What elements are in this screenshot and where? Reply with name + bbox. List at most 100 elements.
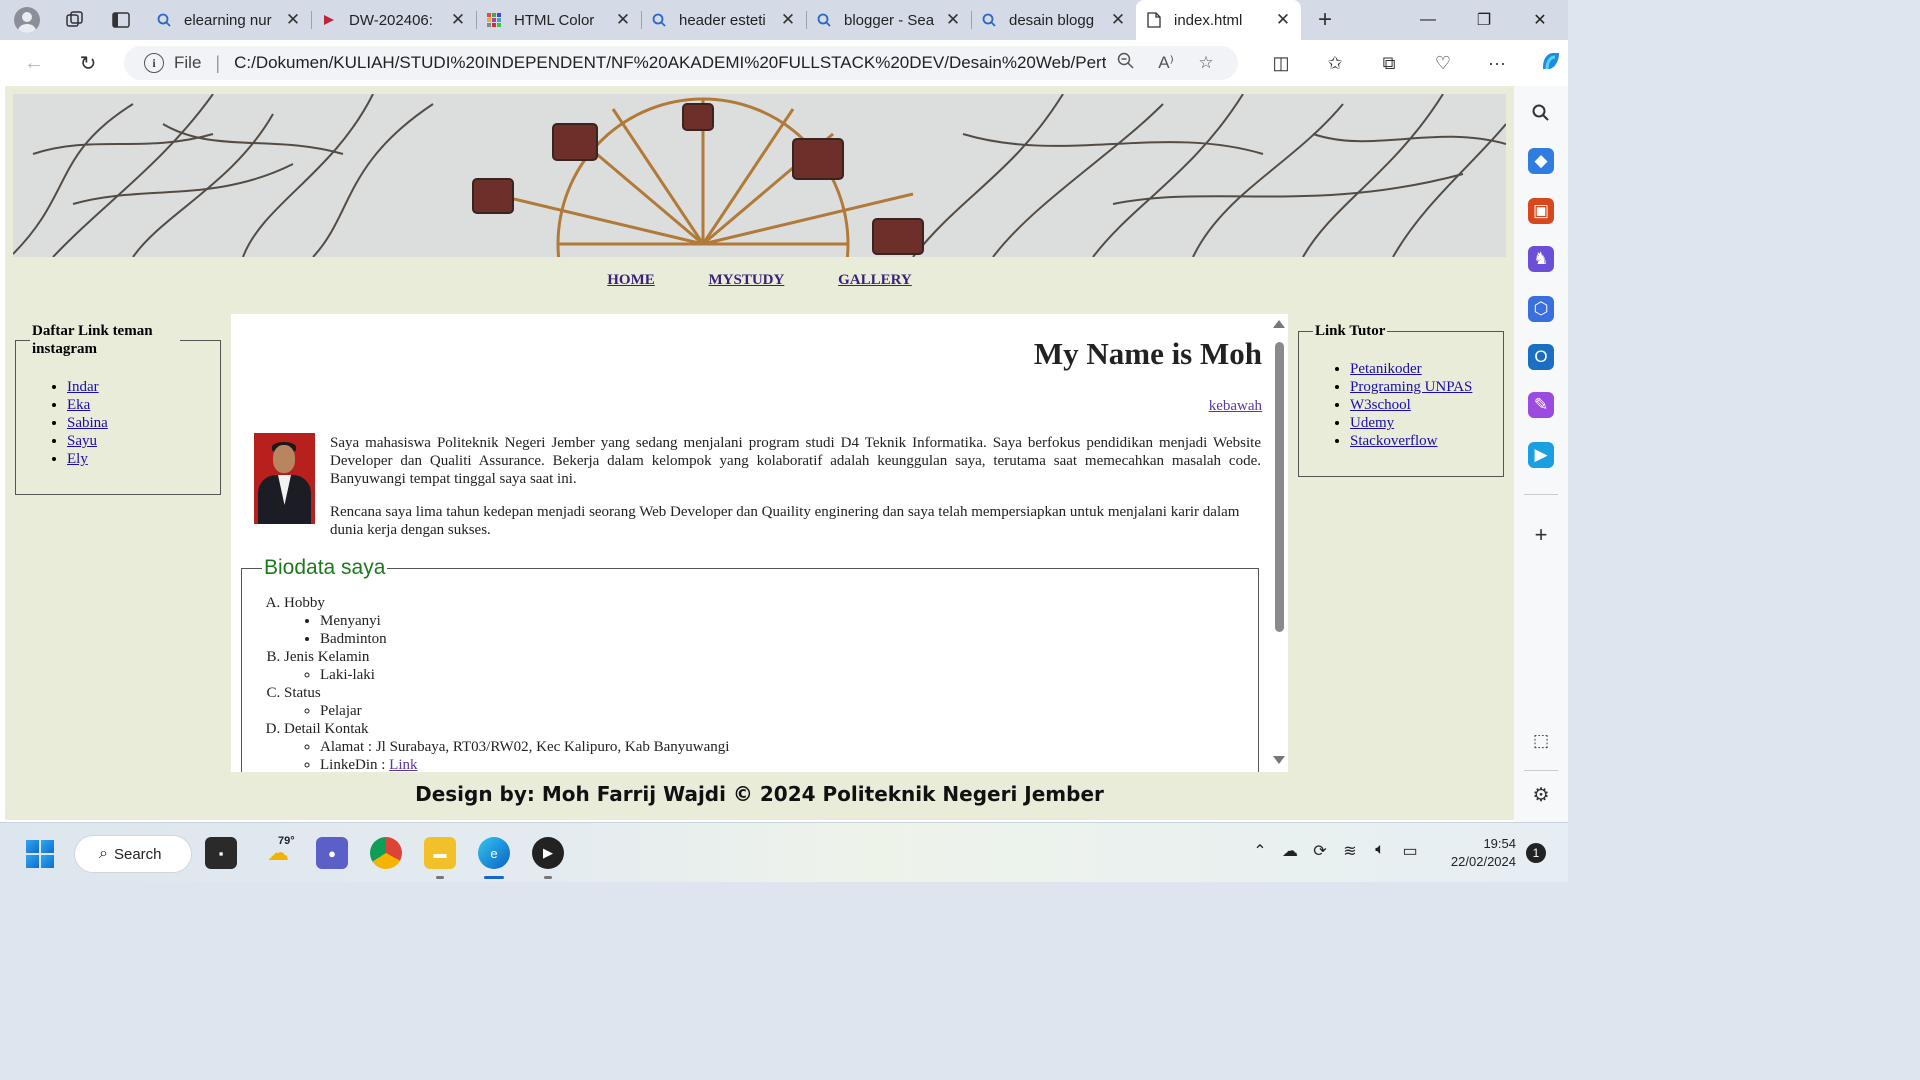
list-item: Jenis Kelamin Laki-laki [284, 648, 1238, 684]
screenshot-icon[interactable]: ⬚ [1528, 728, 1554, 754]
close-window-icon[interactable]: ✕ [1512, 0, 1568, 40]
browser-tab[interactable]: DW-202406: ✕ [311, 0, 476, 40]
bio-label: Jenis Kelamin [284, 649, 370, 665]
jump-down-link[interactable]: kebawah [1209, 398, 1262, 415]
close-tab-icon[interactable]: ✕ [1275, 10, 1291, 30]
task-view-icon[interactable]: ▪ [205, 837, 237, 869]
minimize-icon[interactable]: — [1400, 0, 1456, 40]
collections-icon[interactable]: ⧉ [1362, 53, 1416, 74]
close-tab-icon[interactable]: ✕ [450, 10, 466, 30]
clock[interactable]: 19:54 22/02/2024 [1430, 835, 1516, 871]
back-icon[interactable]: ← [16, 45, 52, 81]
friend-link[interactable]: Eka [67, 397, 90, 413]
new-tab-button[interactable]: + [1305, 0, 1345, 40]
linkedin-link[interactable]: Link [389, 757, 417, 772]
edge-browser-icon[interactable]: e [478, 837, 510, 879]
read-aloud-icon[interactable]: A⁾ [1146, 53, 1186, 73]
close-tab-icon[interactable]: ✕ [945, 10, 961, 30]
scroll-up-arrow-icon[interactable] [1273, 320, 1285, 328]
tab-title: DW-202406: [349, 11, 433, 29]
url-text[interactable]: C:/Dokumen/KULIAH/STUDI%20INDEPENDENT/NF… [234, 53, 1106, 73]
nav-link-mystudy[interactable]: MYSTUDY [709, 272, 785, 288]
chevron-up-icon[interactable]: ⌃ [1248, 841, 1272, 861]
windows-taskbar: ⌕ Search ▪ ☁ 79° ● ▬ e ▶ ⌃ ☁ ⟳ ≋ 🔈︎ ▭ 19… [0, 822, 1568, 882]
nav-link-home[interactable]: HOME [607, 272, 655, 288]
browser-tab[interactable]: elearning nur ✕ [146, 0, 311, 40]
list-item: Status Pelajar [284, 684, 1238, 720]
taskbar-search-box[interactable]: ⌕ Search [74, 835, 192, 873]
tutor-link-panel: Link Tutor Petanikoder Programing UNPAS … [1298, 322, 1504, 477]
browser-essentials-icon[interactable]: ♡ [1416, 53, 1470, 74]
windows-start-icon[interactable] [26, 840, 54, 868]
media-player-icon[interactable]: ▶ [532, 837, 564, 879]
wifi-icon[interactable]: ≋ [1338, 841, 1362, 861]
tutor-link[interactable]: Petanikoder [1350, 361, 1422, 377]
friends-link-list: Indar Eka Sabina Sayu Ely [30, 378, 206, 468]
close-tab-icon[interactable]: ✕ [285, 10, 301, 30]
shopping-tag-icon[interactable]: ◆ [1528, 148, 1554, 174]
tutor-link[interactable]: W3school [1350, 397, 1411, 413]
browser-tab[interactable]: desain blogg ✕ [971, 0, 1136, 40]
tab-title: header esteti [679, 11, 766, 29]
tutor-link[interactable]: Programing UNPAS [1350, 379, 1472, 395]
friend-link[interactable]: Ely [67, 451, 88, 467]
search-icon [156, 12, 172, 28]
tools-briefcase-icon[interactable]: ▣ [1528, 198, 1554, 224]
scroll-down-arrow-icon[interactable] [1273, 756, 1285, 764]
address-bar[interactable]: i File | C:/Dokumen/KULIAH/STUDI%20INDEP… [124, 46, 1238, 80]
profile-avatar[interactable] [14, 7, 40, 33]
games-icon[interactable]: ♞ [1528, 246, 1554, 272]
restore-icon[interactable]: ❐ [1456, 0, 1512, 40]
copilot-icon[interactable] [1524, 49, 1578, 78]
scroll-thumb[interactable] [1275, 342, 1284, 632]
friend-link[interactable]: Sayu [67, 433, 97, 449]
friend-link[interactable]: Sabina [67, 415, 108, 431]
sync-icon[interactable]: ⟳ [1308, 841, 1332, 861]
divider [1524, 494, 1558, 495]
nav-link-gallery[interactable]: GALLERY [838, 272, 912, 288]
close-tab-icon[interactable]: ✕ [780, 10, 796, 30]
browser-tab[interactable]: HTML Color ✕ [476, 0, 641, 40]
more-menu-icon[interactable]: ··· [1470, 53, 1524, 74]
list-item: Udemy [1350, 414, 1489, 432]
microsoft-365-icon[interactable]: ⬡ [1528, 296, 1554, 322]
outlook-icon[interactable]: O [1528, 344, 1554, 370]
browser-tab-active[interactable]: index.html ✕ [1136, 0, 1301, 40]
add-icon[interactable]: + [1528, 522, 1554, 548]
list-item: Eka [67, 396, 206, 414]
tutor-link[interactable]: Stackoverflow [1350, 433, 1437, 449]
friend-link[interactable]: Indar [67, 379, 99, 395]
chrome-icon[interactable] [370, 837, 402, 869]
file-explorer-icon[interactable]: ▬ [424, 837, 456, 879]
list-item: Hobby Menyanyi Badminton [284, 594, 1238, 648]
list-item: Badminton [320, 630, 1238, 648]
favorite-star-icon[interactable]: ☆ [1186, 53, 1226, 73]
info-icon[interactable]: i [144, 53, 164, 73]
notification-badge[interactable]: 1 [1526, 843, 1546, 863]
teams-chat-icon[interactable]: ● [316, 837, 348, 869]
biodata-list: Hobby Menyanyi Badminton Jenis Kelamin L… [262, 594, 1238, 772]
edge-sidebar: ◆ ▣ ♞ ⬡ O ✎ ▶ + ⬚ ⚙ [1514, 86, 1568, 822]
split-screen-icon[interactable]: ◫ [1254, 53, 1308, 74]
designer-icon[interactable]: ✎ [1528, 392, 1554, 418]
close-tab-icon[interactable]: ✕ [615, 10, 631, 30]
main-content-frame[interactable]: My Name is Moh kebawah Saya mahasiswa Po… [231, 314, 1288, 772]
favorites-icon[interactable]: ✩ [1308, 53, 1362, 74]
zoom-icon[interactable] [1106, 52, 1146, 75]
browser-tab[interactable]: blogger - Sea ✕ [806, 0, 971, 40]
bio-label: Status [284, 685, 321, 701]
settings-gear-icon[interactable]: ⚙ [1528, 782, 1554, 808]
search-icon[interactable] [1528, 100, 1554, 126]
workspaces-icon[interactable] [64, 9, 86, 31]
browser-tab[interactable]: header esteti ✕ [641, 0, 806, 40]
close-tab-icon[interactable]: ✕ [1110, 10, 1126, 30]
tab-actions-icon[interactable] [110, 9, 132, 31]
onedrive-cloud-icon[interactable]: ☁ [1278, 841, 1302, 861]
drop-icon[interactable]: ▶ [1528, 442, 1554, 468]
tutor-link[interactable]: Udemy [1350, 415, 1394, 431]
refresh-icon[interactable]: ↻ [70, 45, 106, 81]
volume-icon[interactable]: 🔈︎ [1368, 841, 1392, 861]
weather-temperature: 79° [278, 835, 295, 847]
battery-icon[interactable]: ▭ [1398, 841, 1422, 861]
content-scrollbar[interactable] [1270, 314, 1288, 772]
